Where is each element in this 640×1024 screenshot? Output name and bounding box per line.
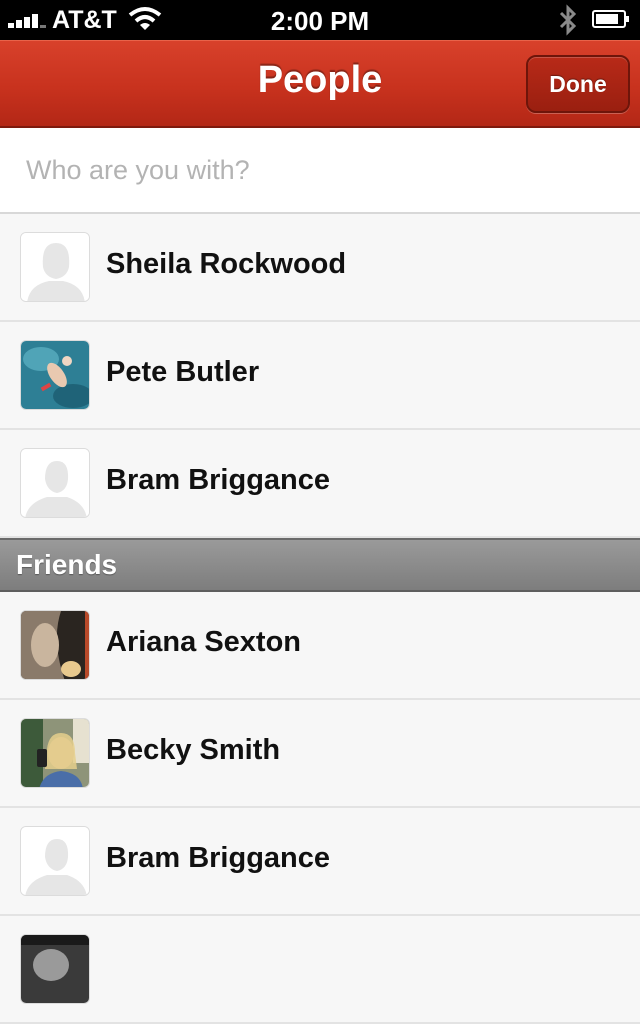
person-name: Bram Briggance — [106, 464, 331, 496]
person-name: Bram Briggance — [106, 842, 331, 874]
search-input[interactable] — [26, 150, 606, 190]
list-item[interactable]: Bram Briggance — [0, 808, 640, 916]
profile-photo — [20, 610, 90, 680]
person-name: Becky Smith — [106, 734, 281, 766]
section-title: Friends — [16, 549, 118, 580]
list-item[interactable]: Ariana Sexton — [0, 592, 640, 700]
profile-photo — [20, 718, 90, 788]
navigation-bar: People Done — [0, 40, 640, 128]
list-item[interactable] — [0, 916, 640, 1024]
male-silhouette-icon — [20, 448, 90, 518]
status-bar: AT&T 2:00 PM — [0, 0, 640, 40]
person-name: Sheila Rockwood — [106, 248, 347, 280]
list-item[interactable]: Pete Butler — [0, 322, 640, 430]
bluetooth-icon — [559, 4, 577, 36]
battery-icon — [592, 10, 629, 28]
done-button[interactable]: Done — [526, 55, 630, 113]
status-time: 2:00 PM — [270, 6, 370, 36]
list-item[interactable]: Bram Briggance — [0, 430, 640, 538]
person-name: Pete Butler — [106, 356, 260, 388]
search-bar — [0, 128, 640, 214]
list-item[interactable]: Becky Smith — [0, 700, 640, 808]
person-name: Ariana Sexton — [106, 626, 301, 658]
list-item[interactable]: Sheila Rockwood — [0, 214, 640, 322]
swimmer-photo — [20, 340, 90, 410]
people-list: Sheila Rockwood Pete Butler Bram Briggan… — [0, 214, 640, 1024]
male-silhouette-icon — [20, 826, 90, 896]
profile-photo — [20, 934, 90, 1004]
section-header-friends: Friends — [0, 538, 640, 592]
female-silhouette-icon — [20, 232, 90, 302]
